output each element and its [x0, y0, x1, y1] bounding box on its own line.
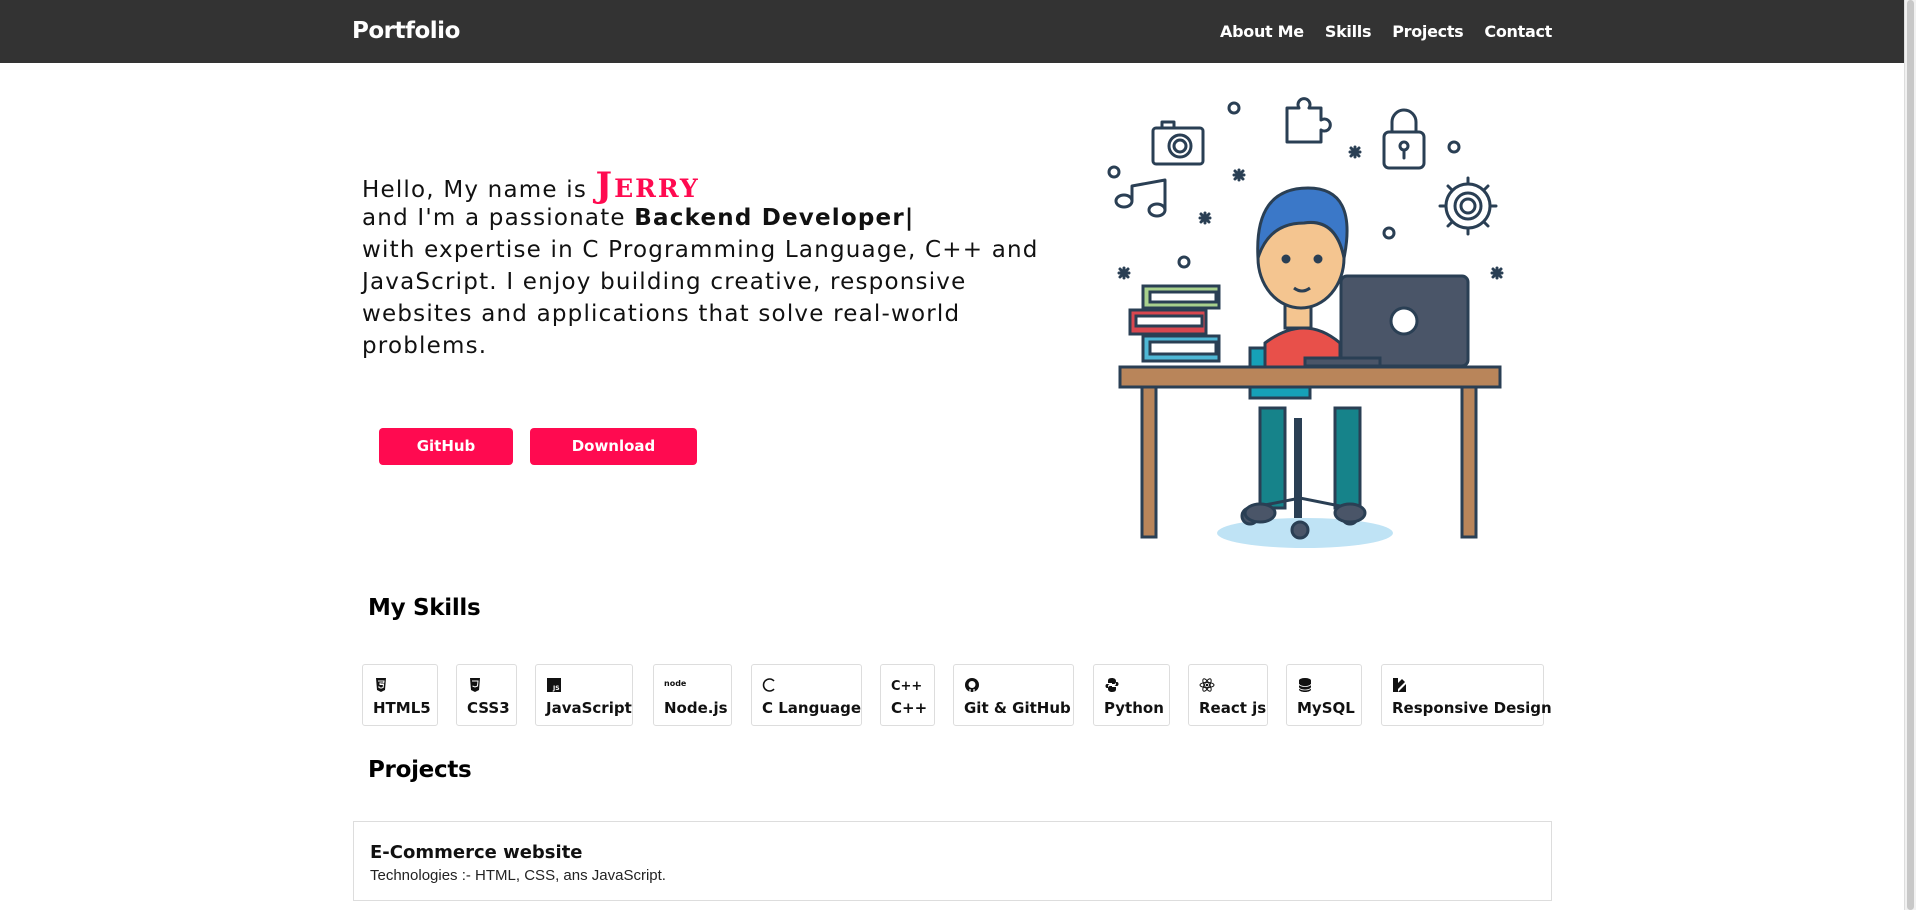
brand-logo[interactable]: Portfolio [352, 18, 460, 44]
database-icon [1298, 678, 1312, 692]
github-icon [965, 678, 979, 692]
books-icon [1128, 284, 1221, 363]
skill-card-css3: CSS3 [456, 664, 517, 726]
skill-card-mysql: MySQL [1286, 664, 1362, 726]
skill-label: HTML5 [373, 699, 431, 717]
python-icon [1105, 678, 1119, 692]
greeting: Hello, My name is [362, 177, 587, 203]
skill-card-react: React js [1188, 664, 1268, 726]
dot-icon [1107, 165, 1121, 179]
js-icon: JS [547, 678, 561, 692]
skills-heading: My Skills [368, 595, 481, 621]
scrollbar-thumb[interactable] [1907, 0, 1914, 910]
nav-link-contact[interactable]: Contact [1484, 22, 1552, 41]
skill-label: React js [1199, 699, 1267, 717]
cpp-icon: C++ [891, 679, 922, 693]
sparkle-icon [1232, 168, 1246, 182]
skill-card-git-github: Git & GitHub [953, 664, 1074, 726]
skill-card-responsive-design: Responsive Design [1381, 664, 1552, 726]
developer-name: Jerry [595, 165, 700, 206]
svg-text:C++: C++ [891, 679, 922, 693]
nav-links: About Me Skills Projects Contact [1220, 22, 1552, 41]
projects-heading: Projects [368, 757, 472, 783]
dot-icon [1382, 226, 1396, 240]
scrollbar[interactable] [1904, 0, 1916, 910]
react-icon [1199, 678, 1215, 692]
developer-illustration [1107, 97, 1504, 548]
skill-card-javascript: JS JavaScript [535, 664, 633, 726]
intro-description: with expertise in C Programming Language… [362, 237, 1039, 359]
intro-line-1: Hello, My name is Jerry [362, 168, 1042, 206]
skill-label: Node.js [664, 699, 728, 717]
svg-text:JS: JS [552, 685, 560, 692]
svg-text:node: node [664, 679, 686, 688]
project-card[interactable]: E-Commerce website Technologies :- HTML,… [353, 821, 1552, 901]
project-title: E-Commerce website [370, 842, 583, 863]
camera-icon [1151, 120, 1205, 166]
skill-card-nodejs: node Node.js [653, 664, 732, 726]
skill-card-c-language: C Language [751, 664, 862, 726]
download-resume-button[interactable]: Download Resume [530, 428, 697, 492]
typed-role: Backend Developer [634, 205, 905, 231]
sparkle-icon [1198, 211, 1212, 225]
skill-label: MySQL [1297, 699, 1355, 717]
nav-link-about[interactable]: About Me [1220, 22, 1304, 41]
skill-card-html5: HTML5 [362, 664, 438, 726]
navbar: Portfolio About Me Skills Projects Conta… [0, 0, 1916, 63]
nav-link-projects[interactable]: Projects [1392, 22, 1464, 41]
lock-icon [1382, 108, 1426, 170]
dot-icon [1447, 140, 1461, 154]
c-icon [762, 678, 775, 692]
skill-card-cpp: C++ C++ [880, 664, 935, 726]
skill-label: Responsive Design [1392, 699, 1552, 717]
puzzle-icon [1285, 97, 1332, 144]
role-prefix: and I'm a passionate [362, 205, 626, 231]
sparkle-icon [1117, 266, 1131, 280]
typing-cursor: | [904, 205, 915, 231]
nav-link-skills[interactable]: Skills [1325, 22, 1372, 41]
dot-icon [1227, 101, 1241, 115]
css3-icon [470, 678, 480, 692]
skill-label: Git & GitHub [964, 699, 1071, 717]
skill-label: JavaScript [546, 699, 632, 717]
dot-icon [1177, 255, 1191, 269]
project-technologies: Technologies :- HTML, CSS, ans JavaScrip… [370, 867, 666, 884]
sparkle-icon [1490, 266, 1504, 280]
music-note-icon [1114, 178, 1167, 218]
skill-label: C++ [891, 699, 928, 717]
gear-icon [1438, 176, 1498, 236]
skill-label: C Language [762, 699, 862, 717]
html5-icon [376, 678, 386, 692]
skill-card-python: Python [1093, 664, 1170, 726]
skill-label: Python [1104, 699, 1164, 717]
github-profile-button[interactable]: GitHub Profile [379, 428, 513, 492]
responsive-icon [1393, 678, 1406, 692]
skill-label: CSS3 [467, 699, 510, 717]
intro-line-2: and I'm a passionate Backend Developer| [362, 202, 1042, 234]
sparkle-icon [1348, 145, 1362, 159]
node-icon: node [664, 679, 686, 688]
intro-text: Hello, My name is Jerry and I'm a passio… [362, 168, 1042, 362]
